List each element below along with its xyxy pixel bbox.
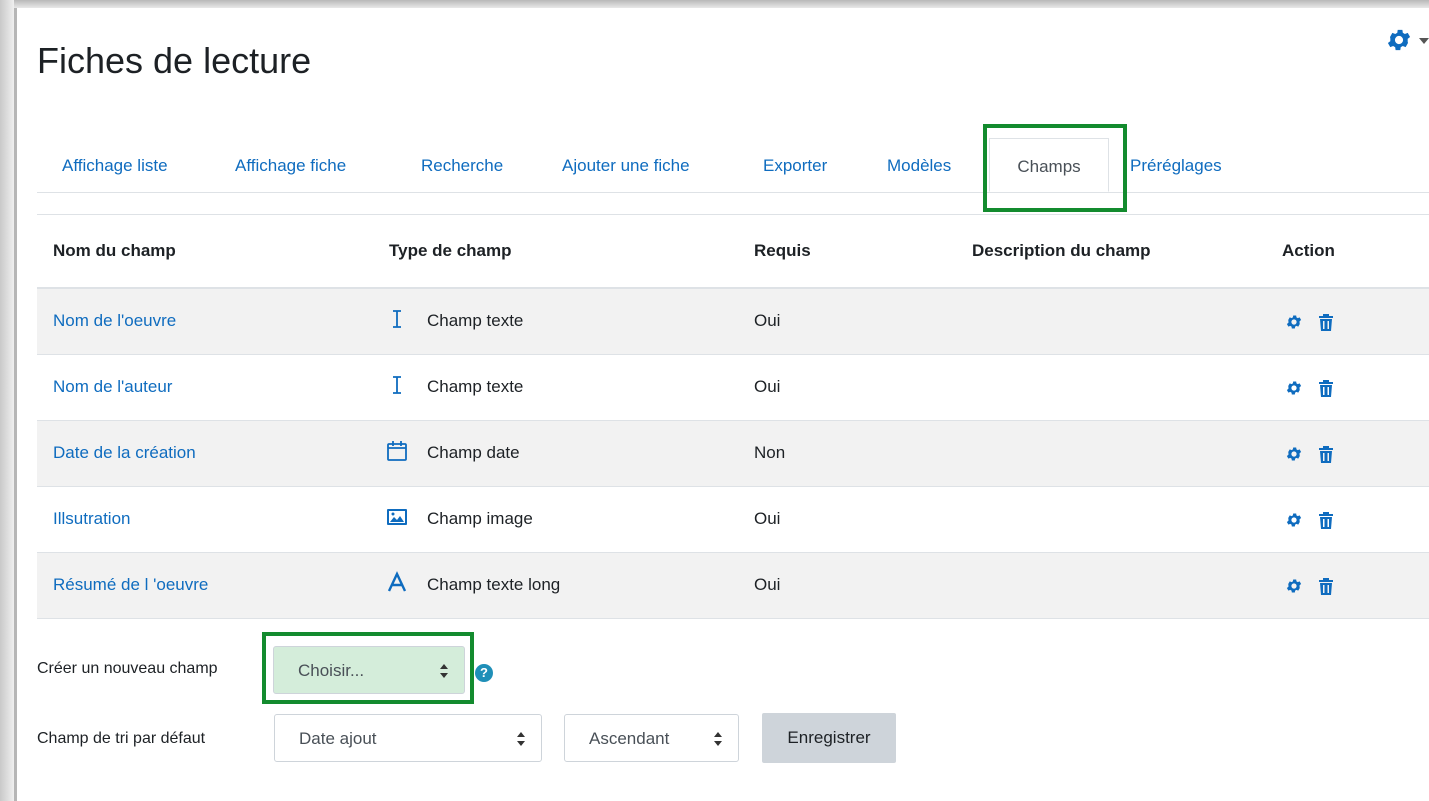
tab-ajouter-fiche[interactable]: Ajouter une fiche bbox=[562, 156, 690, 176]
delete-trash-icon[interactable] bbox=[1318, 577, 1334, 595]
table-row: Date de la création Champ date Non bbox=[37, 421, 1429, 487]
text-cursor-icon bbox=[393, 310, 401, 328]
window-frame-left bbox=[0, 0, 14, 801]
field-required: Oui bbox=[754, 377, 781, 396]
image-icon bbox=[387, 509, 407, 525]
table-row: Nom de l'auteur Champ texte Oui bbox=[37, 355, 1429, 421]
field-required: Oui bbox=[754, 311, 781, 330]
table-row: Résumé de l 'oeuvre Champ texte long Oui bbox=[37, 553, 1429, 619]
delete-trash-icon[interactable] bbox=[1318, 379, 1334, 397]
sort-field-select-value: Date ajout bbox=[299, 729, 377, 748]
field-required: Oui bbox=[754, 509, 781, 528]
help-icon[interactable]: ? bbox=[475, 664, 493, 682]
header-action: Action bbox=[1282, 241, 1335, 260]
field-name-link[interactable]: Nom de l'auteur bbox=[53, 377, 172, 397]
default-sort-label: Champ de tri par défaut bbox=[37, 730, 206, 747]
select-arrows-icon bbox=[714, 732, 722, 746]
field-type: Champ image bbox=[427, 509, 533, 528]
header-nom-du-champ: Nom du champ bbox=[53, 241, 176, 260]
table-header: Nom du champ Type de champ Requis Descri… bbox=[37, 214, 1429, 289]
field-type: Champ texte long bbox=[427, 575, 561, 594]
select-arrows-icon bbox=[517, 732, 525, 746]
sort-order-select[interactable]: Ascendant bbox=[564, 714, 739, 762]
field-name-link[interactable]: Illsutration bbox=[53, 509, 130, 529]
tab-affichage-liste[interactable]: Affichage liste bbox=[62, 156, 168, 176]
calendar-icon bbox=[387, 441, 407, 461]
create-field-select-value: Choisir... bbox=[298, 661, 365, 680]
page-title: Fiches de lecture bbox=[37, 40, 312, 81]
delete-trash-icon[interactable] bbox=[1318, 445, 1334, 463]
tab-affichage-fiche[interactable]: Affichage fiche bbox=[235, 156, 346, 176]
sort-order-select-value: Ascendant bbox=[589, 729, 670, 748]
table-row: Illsutration Champ image Oui bbox=[37, 487, 1429, 553]
field-required: Non bbox=[754, 443, 786, 462]
tab-modeles[interactable]: Modèles bbox=[887, 156, 951, 176]
sort-field-select[interactable]: Date ajout bbox=[274, 714, 542, 762]
field-required: Oui bbox=[754, 575, 781, 594]
delete-trash-icon[interactable] bbox=[1318, 511, 1334, 529]
field-type: Champ texte bbox=[427, 311, 524, 330]
field-name-link[interactable]: Date de la création bbox=[53, 443, 196, 463]
chevron-down-icon[interactable] bbox=[1419, 38, 1429, 44]
letter-a-icon bbox=[387, 571, 407, 592]
header-requis: Requis bbox=[754, 241, 811, 260]
edit-gear-icon[interactable] bbox=[1285, 511, 1303, 529]
delete-trash-icon[interactable] bbox=[1318, 313, 1334, 331]
field-name-link[interactable]: Nom de l'oeuvre bbox=[53, 311, 176, 331]
save-button[interactable]: Enregistrer bbox=[762, 713, 896, 763]
tab-exporter[interactable]: Exporter bbox=[763, 156, 827, 176]
select-arrows-icon bbox=[440, 664, 448, 678]
edit-gear-icon[interactable] bbox=[1285, 445, 1303, 463]
tab-prereglages[interactable]: Préréglages bbox=[1130, 156, 1222, 176]
field-type: Champ texte bbox=[427, 377, 524, 396]
edit-gear-icon[interactable] bbox=[1285, 313, 1303, 331]
text-cursor-icon bbox=[393, 376, 401, 394]
settings-gear-icon[interactable] bbox=[1385, 26, 1413, 54]
header-description: Description du champ bbox=[972, 241, 1151, 260]
table-row: Nom de l'oeuvre Champ texte Oui bbox=[37, 289, 1429, 355]
fields-table: Nom du champ Type de champ Requis Descri… bbox=[37, 214, 1429, 619]
tab-bar: Affichage liste Affichage fiche Recherch… bbox=[37, 138, 1429, 193]
main-content: Fiches de lecture Affichage liste Affich… bbox=[17, 8, 1429, 801]
create-field-select[interactable]: Choisir... bbox=[273, 646, 465, 694]
create-field-label: Créer un nouveau champ bbox=[37, 660, 218, 677]
tab-champs[interactable]: Champs bbox=[989, 138, 1109, 192]
header-type-de-champ: Type de champ bbox=[389, 241, 512, 260]
edit-gear-icon[interactable] bbox=[1285, 379, 1303, 397]
edit-gear-icon[interactable] bbox=[1285, 577, 1303, 595]
field-type: Champ date bbox=[427, 443, 520, 462]
field-name-link[interactable]: Résumé de l 'oeuvre bbox=[53, 575, 208, 595]
window-frame-top bbox=[0, 0, 1429, 8]
tab-recherche[interactable]: Recherche bbox=[421, 156, 503, 176]
